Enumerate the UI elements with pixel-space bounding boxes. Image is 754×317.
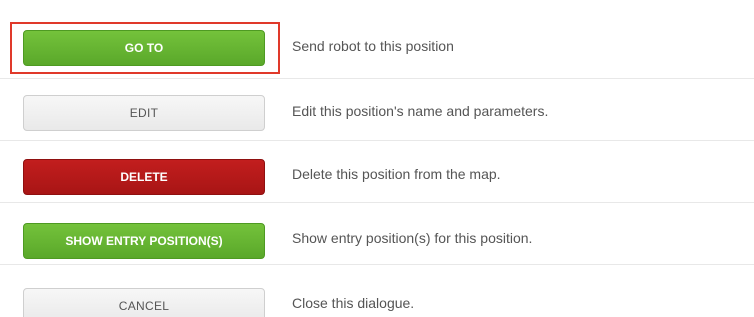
cancel-button[interactable]: CANCEL xyxy=(23,288,265,317)
edit-button[interactable]: EDIT xyxy=(23,95,265,131)
go-to-highlight-box xyxy=(10,22,280,74)
edit-description: Edit this position's name and parameters… xyxy=(292,103,549,119)
action-row-cancel: CANCEL Close this dialogue. xyxy=(0,264,754,317)
show-entry-positions-button[interactable]: SHOW ENTRY POSITION(S) xyxy=(23,223,265,259)
position-actions-dialog: GO TO Send robot to this position EDIT E… xyxy=(0,0,754,317)
delete-button[interactable]: DELETE xyxy=(23,159,265,195)
action-row-edit: EDIT Edit this position's name and param… xyxy=(0,78,754,140)
show-entry-positions-description: Show entry position(s) for this position… xyxy=(292,230,533,246)
go-to-description: Send robot to this position xyxy=(292,38,454,54)
delete-description: Delete this position from the map. xyxy=(292,166,501,182)
action-row-show-entry-positions: SHOW ENTRY POSITION(S) Show entry positi… xyxy=(0,202,754,264)
cancel-description: Close this dialogue. xyxy=(292,295,415,311)
action-row-delete: DELETE Delete this position from the map… xyxy=(0,140,754,202)
